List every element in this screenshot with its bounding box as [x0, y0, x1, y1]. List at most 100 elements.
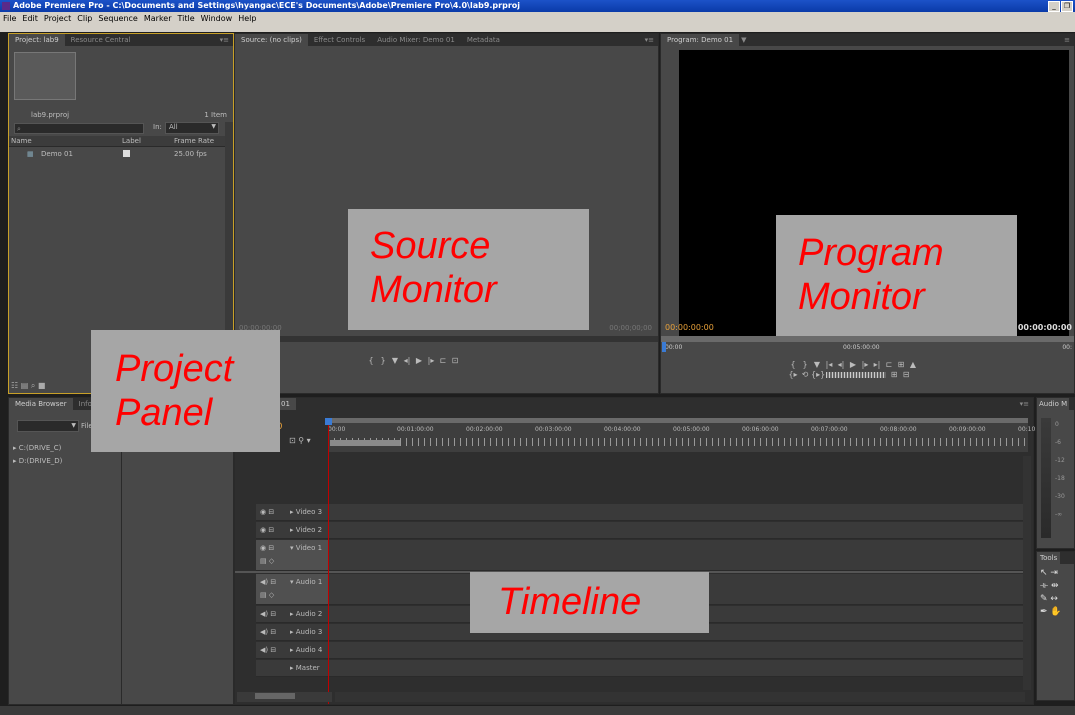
chevron-down-icon[interactable]: ▼ [739, 34, 748, 46]
source-ruler[interactable] [235, 336, 658, 342]
play-in-to-out-icon[interactable]: {▸ [787, 370, 799, 380]
menu-window[interactable]: Window [198, 12, 236, 26]
panel-menu-icon[interactable]: ≡ [1064, 34, 1070, 46]
hand-tool-icon[interactable]: ✋ [1050, 607, 1061, 617]
timeline-vertical-scrollbar[interactable] [1023, 456, 1031, 690]
program-playhead[interactable] [662, 342, 666, 352]
panel-menu-icon[interactable]: ▾≡ [220, 34, 229, 46]
menu-project[interactable]: Project [41, 12, 74, 26]
menu-title[interactable]: Title [175, 12, 198, 26]
track-header-audio1[interactable]: ◀) ⊟ ▾ Audio 1 ▤ ◇ [256, 574, 328, 605]
go-to-out-icon[interactable]: ▸| [871, 360, 883, 370]
safe-margins-icon[interactable]: {▸} [811, 370, 825, 380]
tab-source[interactable]: Source: (no clips) [235, 34, 308, 46]
step-forward-icon[interactable]: |▸ [425, 356, 437, 366]
tab-metadata[interactable]: Metadata [461, 34, 506, 46]
step-back-icon[interactable]: ◂| [401, 356, 413, 366]
step-forward-icon[interactable]: |▸ [859, 360, 871, 370]
mark-in-icon[interactable]: { [787, 360, 799, 370]
go-to-in-icon[interactable]: |◂ [823, 360, 835, 370]
in-dropdown[interactable]: All ▼ [165, 122, 219, 134]
work-area-bar[interactable] [330, 440, 400, 446]
slip-tool-icon[interactable]: ↔ [1050, 594, 1058, 604]
drive-item-c[interactable]: ▸ C:(DRIVE_C) [13, 444, 61, 452]
razor-tool-icon[interactable]: ✎ [1040, 594, 1048, 604]
tab-program[interactable]: Program: Demo 01 [661, 34, 740, 46]
track-body-video1[interactable] [328, 540, 1024, 571]
track-body-master[interactable] [328, 660, 1024, 677]
zoom-slider-handle[interactable] [255, 693, 295, 699]
export-frame-icon[interactable]: ▲ [907, 360, 919, 370]
timeline-horizontal-scrollbar[interactable] [335, 692, 1025, 702]
eye-icon[interactable]: ◉ ⊟ [260, 508, 274, 516]
track-header-master[interactable]: ▸ Master [256, 660, 328, 677]
minimize-button[interactable]: _ [1048, 1, 1060, 12]
mark-in-icon[interactable]: { [365, 356, 377, 366]
selection-tool-icon[interactable]: ↖ [1040, 568, 1048, 578]
menu-marker[interactable]: Marker [141, 12, 175, 26]
ripple-edit-tool-icon[interactable]: ⟛ [1040, 581, 1048, 591]
insert-icon[interactable]: ⊏ [437, 356, 449, 366]
timeline-zoom-slider[interactable] [237, 692, 332, 702]
col-frame-rate[interactable]: Frame Rate [174, 137, 214, 145]
marker-icon[interactable]: ▼ [389, 356, 401, 366]
track-header-video3[interactable]: ◉ ⊟ ▸ Video 3 [256, 504, 328, 521]
project-item-row[interactable]: ▦ Demo 01 25.00 fps [9, 149, 225, 161]
files-of-type-dropdown[interactable]: ▼ [17, 420, 79, 432]
col-label[interactable]: Label [122, 137, 141, 145]
mark-out-icon[interactable]: } [377, 356, 389, 366]
icon-view-icon[interactable]: ▤ [21, 381, 29, 390]
overlay-icon[interactable]: ⊡ [449, 356, 461, 366]
play-icon[interactable]: ▶ [413, 356, 425, 366]
step-back-icon[interactable]: ◂| [835, 360, 847, 370]
panel-menu-icon[interactable]: ▾≡ [645, 34, 654, 46]
tab-tools[interactable]: Tools [1037, 552, 1061, 564]
snap-icon[interactable]: ⊡ [289, 436, 296, 445]
panel-menu-icon[interactable]: ▾≡ [1020, 398, 1029, 410]
tab-audio-meter[interactable]: Audio M [1037, 398, 1070, 410]
eye-icon[interactable]: ◉ ⊟ [260, 544, 274, 552]
tab-project[interactable]: Project: lab9 [9, 34, 65, 46]
list-view-icon[interactable]: ☷ [11, 381, 18, 390]
track-header-audio2[interactable]: ◀) ⊟ ▸ Audio 2 [256, 606, 328, 623]
menu-clip[interactable]: Clip [74, 12, 95, 26]
menu-sequence[interactable]: Sequence [95, 12, 140, 26]
keyframe-icon[interactable]: ▤ ◇ [260, 557, 274, 565]
jog-shuttle[interactable] [825, 371, 886, 378]
track-header-video1[interactable]: ◉ ⊟ ▾ Video 1 ▤ ◇ [256, 540, 328, 571]
track-body-audio4[interactable] [328, 642, 1024, 659]
play-icon[interactable]: ▶ [847, 360, 859, 370]
track-body-video3[interactable] [328, 504, 1024, 521]
trim-icon[interactable]: ⊞ [888, 370, 900, 380]
loop-icon[interactable]: ⟲ [799, 370, 811, 380]
tab-resource-central[interactable]: Resource Central [65, 34, 137, 46]
tab-effect-controls[interactable]: Effect Controls [308, 34, 371, 46]
bin-icon[interactable]: ■ [38, 381, 46, 390]
maximize-button[interactable]: ❐ [1061, 1, 1073, 12]
set-marker-icon[interactable]: ⚲ [298, 436, 304, 445]
drive-item-d[interactable]: ▸ D:(DRIVE_D) [13, 457, 62, 465]
keyframe-icon[interactable]: ▤ ◇ [260, 591, 274, 599]
marker-icon[interactable]: ▾ [307, 436, 311, 445]
program-timecode-left[interactable]: 00:00:00:00 [665, 323, 714, 332]
tab-media-browser[interactable]: Media Browser [9, 398, 73, 410]
marker-icon[interactable]: ▼ [811, 360, 823, 370]
menu-file[interactable]: File [0, 12, 19, 26]
timeline-ruler[interactable]: 00:00 00:01:00:00 00:02:00:00 00:03:00:00 00… [328, 418, 1037, 452]
track-header-audio4[interactable]: ◀) ⊟ ▸ Audio 4 [256, 642, 328, 659]
rolling-edit-tool-icon[interactable]: ⇹ [1051, 581, 1059, 591]
menu-edit[interactable]: Edit [19, 12, 41, 26]
speaker-icon[interactable]: ◀) ⊟ [260, 646, 276, 654]
timeline-playhead[interactable] [328, 418, 329, 704]
tab-audio-mixer[interactable]: Audio Mixer: Demo 01 [371, 34, 461, 46]
pen-tool-icon[interactable]: ✒ [1040, 607, 1048, 617]
lift-icon[interactable]: ⊏ [883, 360, 895, 370]
timeline-zoom-bar[interactable] [328, 418, 1028, 423]
menu-help[interactable]: Help [235, 12, 259, 26]
program-ruler[interactable]: 00:00 00:05:00:00 00: [663, 342, 1074, 354]
mark-out-icon[interactable]: } [799, 360, 811, 370]
track-header-video2[interactable]: ◉ ⊟ ▸ Video 2 [256, 522, 328, 539]
speaker-icon[interactable]: ◀) ⊟ [260, 628, 276, 636]
track-select-tool-icon[interactable]: ⇥ [1050, 568, 1058, 578]
eye-icon[interactable]: ◉ ⊟ [260, 526, 274, 534]
